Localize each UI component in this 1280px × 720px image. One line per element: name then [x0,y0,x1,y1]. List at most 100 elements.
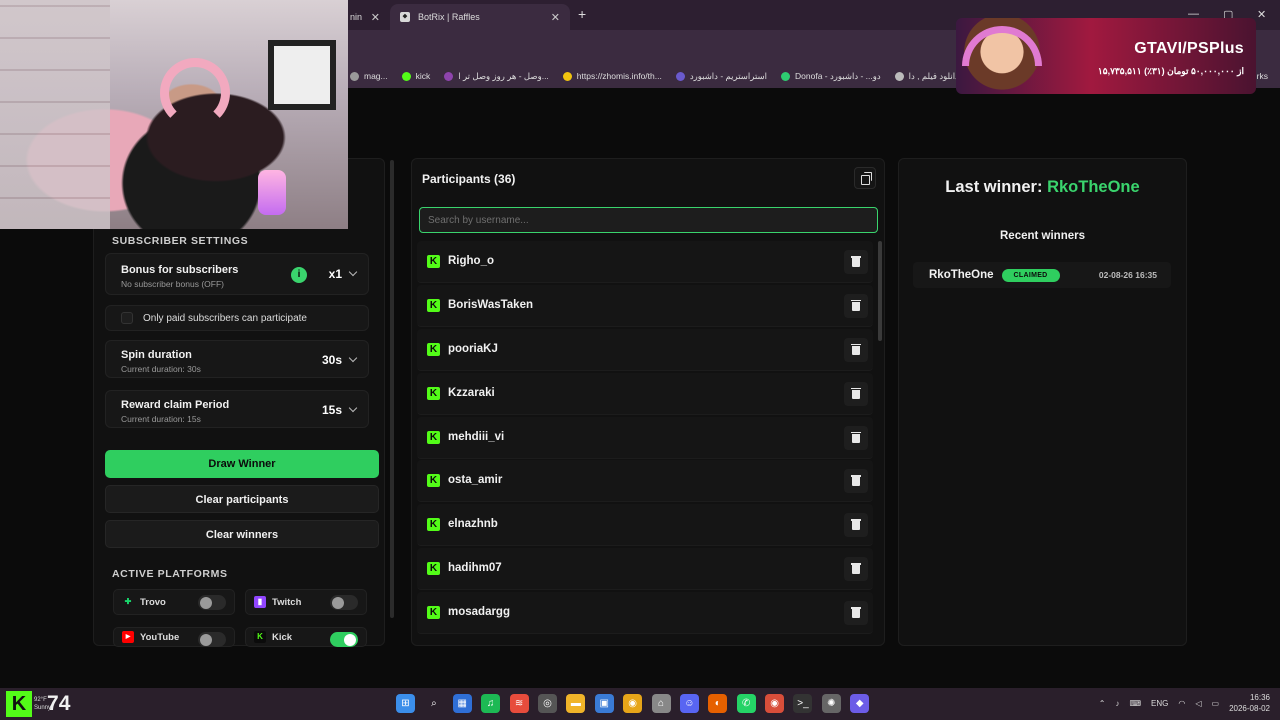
trash-icon[interactable] [844,513,868,538]
trash-icon[interactable] [844,250,868,274]
trovo-icon: ✚ [124,597,132,606]
chrome-active-icon[interactable]: ◉ [765,694,785,713]
bookmark-favicon-icon [562,71,572,81]
trash-icon[interactable] [844,293,868,318]
taskbar-apps: ⊞ ⌕ ▦ ♫ ≋ ◎ ▬ ▣ ◉ ⌂ ☺ ◐ ✆ ◉ >_ ✺ ◆ [396,694,870,713]
participants-scrollbar[interactable] [878,241,882,341]
reward-subtitle: Current duration: 15s [121,414,201,424]
app-gear-icon[interactable]: ✺ [821,694,841,713]
app-diamond-icon[interactable]: ◆ [850,694,870,713]
bookmark-item[interactable]: استراستریم - داشبورد [675,71,767,82]
platform-label: Kick [272,631,293,643]
last-winner-name: RkoTheOne [1047,178,1140,196]
system-tray: ⌃ ♪ ⌨ ENG ◠ ◁ ▭ 16:36 2026-08-02 [1099,692,1270,714]
clear-winners-button[interactable]: Clear winners [105,520,379,548]
kick-icon: K [427,562,440,576]
trash-icon[interactable] [844,557,868,582]
kick-icon: K [427,606,440,620]
participant-row: Kmosadargg [417,592,873,635]
spotify-icon[interactable]: ♫ [481,694,501,713]
youtube-toggle[interactable] [198,632,226,647]
bookmark-item[interactable]: https://zhomis.info/th... [562,71,662,81]
settings-scrollbar[interactable] [390,160,394,618]
reward-period-select[interactable]: 15s [322,403,358,417]
trovo-toggle[interactable] [198,595,226,610]
botrix-favicon-icon: ⬥ [400,12,410,22]
app-lock-icon[interactable]: ⌂ [651,694,671,713]
bookmark-favicon-icon [401,71,411,81]
weather-widget[interactable]: K 92°F Sunny 74 [6,690,70,718]
platform-trovo: ✚ Trovo [113,589,235,615]
headset-shape [160,58,230,128]
trash-icon[interactable] [844,381,868,406]
chrome-icon[interactable]: ◉ [623,694,643,713]
platform-kick: K Kick [245,627,367,647]
app-shield-icon[interactable]: ◎ [537,694,557,713]
close-tab-icon[interactable]: ✕ [551,11,560,24]
wifi-icon[interactable]: ◠ [1178,699,1185,708]
spin-duration-select[interactable]: 30s [322,353,358,367]
kick-icon: K [427,474,440,488]
firefox-icon[interactable]: ◐ [708,694,728,713]
close-tab-icon[interactable]: ✕ [371,11,380,24]
participant-name: elnazhnb [448,518,498,531]
copy-icon[interactable] [854,167,876,189]
platform-twitch: ▮ Twitch [245,589,367,615]
battery-icon[interactable]: ▭ [1212,699,1220,708]
participant-name: pooriaKJ [448,342,498,355]
bookmark-item[interactable]: وصل - هر روز وصل تر ا... [444,71,549,82]
trash-icon[interactable] [844,469,868,494]
kick-icon: K [427,298,440,312]
clear-participants-button[interactable]: Clear participants [105,485,379,513]
bookmarks-more[interactable]: rks [1257,71,1268,81]
draw-winner-button[interactable]: Draw Winner [105,450,379,478]
tab-title: BotRix | Raffles [418,12,480,22]
discord-icon[interactable]: ☺ [679,694,699,713]
recent-winner-row: RkoTheOne CLAIMED 02-08-26 16:35 [913,262,1171,288]
start-icon[interactable]: ⊞ [396,694,415,713]
kick-icon: K [427,430,440,444]
banner-title: GTAVI/PSPlus [1134,40,1244,57]
bookmark-item[interactable]: mag... [350,71,388,81]
trash-icon[interactable] [844,425,868,450]
keyboard-icon[interactable]: ⌨ [1129,699,1141,708]
folder-icon[interactable]: ▬ [566,694,586,713]
kick-icon: K [427,386,440,400]
participant-name: BorisWasTaken [448,298,533,311]
spin-subtitle: Current duration: 30s [121,364,201,374]
app-red-icon[interactable]: ≋ [509,694,529,713]
claimed-badge: CLAIMED [1001,268,1060,282]
whatsapp-icon[interactable]: ✆ [736,694,756,713]
trash-icon[interactable] [844,601,868,626]
new-tab-button[interactable]: + [578,6,586,22]
bonus-value: x1 [328,267,342,281]
participant-name: mosadargg [448,606,510,619]
bonus-info-icon[interactable]: i [291,267,307,283]
terminal-icon[interactable]: >_ [793,694,813,713]
twitch-toggle[interactable] [330,595,358,610]
close-window-icon[interactable]: ✕ [1257,8,1266,21]
only-paid-checkbox[interactable] [121,312,133,324]
widgets-icon[interactable]: ▦ [452,694,472,713]
spin-duration-card: Spin duration Current duration: 30s 30s [105,340,369,378]
bookmark-label: وصل - هر روز وصل تر ا... [458,70,549,81]
kick-toggle[interactable] [330,632,358,647]
bonus-multiplier-select[interactable]: x1 [328,267,358,281]
clock[interactable]: 16:36 2026-08-02 [1229,692,1270,714]
app-blue-icon[interactable]: ▣ [594,694,614,713]
search-input[interactable] [419,207,878,233]
trash-icon[interactable] [844,337,868,362]
bookmark-item[interactable]: Donofa - دو... - داشبورد [781,71,881,82]
clock-date: 2026-08-02 [1229,704,1270,713]
volume-icon[interactable]: ◁ [1195,699,1201,708]
bookmark-item[interactable]: kick [401,71,431,81]
bookmark-label: kick [415,71,431,81]
browser-tab-active[interactable]: ⬥ BotRix | Raffles ✕ [390,4,570,30]
chevron-up-icon[interactable]: ⌃ [1099,699,1106,708]
wall-frame [268,40,336,110]
search-icon[interactable]: ⌕ [424,694,443,713]
twitch-icon: ▮ [254,596,266,608]
mic-icon[interactable]: ♪ [1115,699,1119,708]
only-paid-row[interactable]: Only paid subscribers can participate [105,305,369,331]
language-indicator[interactable]: ENG [1151,699,1168,708]
